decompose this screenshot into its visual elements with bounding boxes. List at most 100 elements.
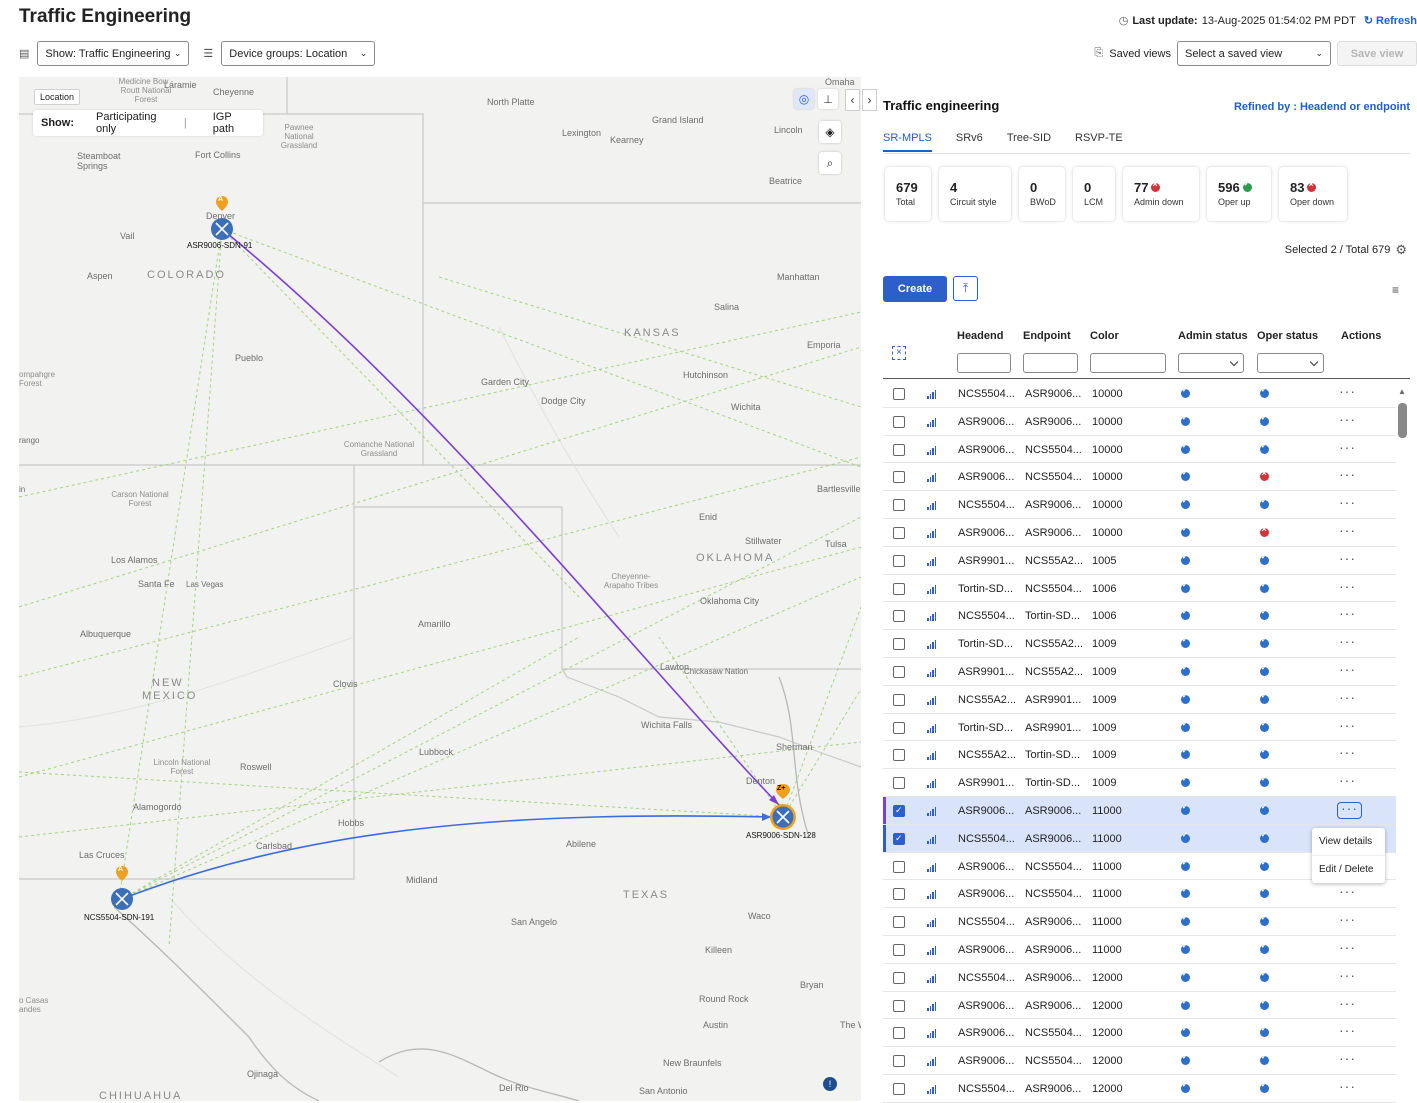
row-actions-button[interactable]: ··· [1339, 911, 1356, 927]
table-row[interactable]: ASR9901... NCS55A2... 1005 ··· [883, 547, 1396, 575]
row-actions-button[interactable]: ··· [1339, 494, 1356, 510]
column-headend[interactable]: Headend [957, 330, 1003, 342]
gear-icon[interactable]: ⚙ [1395, 242, 1407, 258]
row-actions-button[interactable]: ··· [1339, 550, 1356, 566]
row-actions-button[interactable]: ··· [1339, 633, 1356, 649]
table-row[interactable]: NCS5504... ASR9006... 10000 ··· [883, 491, 1396, 519]
table-row[interactable]: ASR9006... ASR9006... 10000 ··· [883, 408, 1396, 436]
row-checkbox[interactable] [893, 554, 905, 567]
stat-admin-down[interactable]: 77 Admin down [1123, 167, 1199, 221]
igp-path-toggle[interactable]: IGP path [213, 111, 255, 135]
row-checkbox[interactable] [893, 749, 905, 762]
location-tag[interactable]: Location [34, 89, 81, 105]
stat-oper-down[interactable]: 83 Oper down [1279, 167, 1347, 221]
map-compass-icon[interactable]: ! [823, 1077, 837, 1091]
row-checkbox[interactable] [893, 665, 905, 678]
clear-selection-icon[interactable]: × [892, 346, 906, 360]
saved-view-select[interactable]: Select a saved view ⌄ [1177, 41, 1331, 66]
row-actions-button[interactable]: ··· [1339, 1022, 1356, 1038]
table-row[interactable]: ASR9901... NCS55A2... 1009 ··· [883, 658, 1396, 686]
admin-status-filter[interactable] [1178, 353, 1244, 373]
row-checkbox[interactable] [893, 1082, 905, 1095]
row-actions-button[interactable]: ··· [1339, 995, 1356, 1011]
table-row[interactable]: NCS5504... Tortin-SD... 1006 ··· [883, 602, 1396, 631]
row-actions-button[interactable]: ··· [1339, 744, 1356, 760]
refined-by-link[interactable]: Refined by : Headend or endpoint [1234, 101, 1410, 113]
row-actions-button[interactable]: ··· [1339, 522, 1356, 538]
row-checkbox[interactable] [893, 804, 905, 817]
stat-circuit-style[interactable]: 4 Circuit style [939, 167, 1011, 221]
row-checkbox[interactable] [893, 415, 905, 428]
headend-filter-input[interactable] [957, 353, 1011, 373]
row-actions-button[interactable]: ··· [1339, 1050, 1356, 1066]
row-checkbox[interactable] [893, 888, 905, 901]
tab-srv6[interactable]: SRv6 [956, 132, 983, 152]
row-actions-button[interactable]: ··· [1339, 578, 1356, 594]
table-row[interactable]: Tortin-SD... NCS55A2... 1009 ··· [883, 630, 1396, 658]
row-checkbox[interactable] [893, 860, 905, 873]
scroll-thumb[interactable] [1398, 403, 1407, 438]
row-checkbox[interactable] [893, 693, 905, 706]
row-checkbox[interactable] [893, 526, 905, 539]
refresh-button[interactable]: ↻ Refresh [1364, 14, 1417, 28]
row-actions-button[interactable]: ··· [1339, 411, 1356, 427]
table-row[interactable]: ASR9901... Tortin-SD... 1009 ··· [883, 769, 1396, 797]
table-row[interactable]: ASR9006... ASR9006... 11000 ··· [883, 796, 1396, 825]
row-checkbox[interactable] [893, 832, 905, 845]
endpoint-filter-input[interactable] [1023, 353, 1078, 373]
table-row[interactable]: ASR9006... NCS5504... 10000 ··· [883, 436, 1396, 464]
row-checkbox[interactable] [893, 971, 905, 984]
node-label-denver[interactable]: ASR9006-SDN-91 [187, 241, 252, 250]
save-view-button[interactable]: Save view [1337, 41, 1417, 66]
row-checkbox[interactable] [893, 471, 905, 484]
stat-total[interactable]: 679 Total [885, 167, 931, 221]
participating-only-toggle[interactable]: Participating only [96, 111, 178, 135]
row-checkbox[interactable] [893, 610, 905, 623]
table-row[interactable]: Tortin-SD... NCS5504... 1006 ··· [883, 575, 1396, 603]
table-row[interactable]: NCS5504... ASR9006... 10000 ··· [883, 380, 1396, 408]
row-checkbox[interactable] [893, 1055, 905, 1068]
stat-oper-up[interactable]: 596 Oper up [1207, 167, 1271, 221]
filter-icon[interactable]: ≡ [1392, 283, 1399, 297]
layers-button[interactable]: ◈ [819, 121, 841, 143]
row-checkbox[interactable] [893, 1027, 905, 1040]
row-actions-button[interactable]: ··· [1339, 605, 1356, 621]
table-row[interactable]: NCS5504... ASR9006... 11000 ··· [883, 908, 1396, 936]
create-button[interactable]: Create [883, 276, 947, 302]
row-actions-button[interactable]: ··· [1337, 801, 1362, 819]
device-groups-select[interactable]: Device groups: Location ⌄ [221, 41, 376, 66]
oper-status-filter[interactable] [1257, 353, 1324, 373]
stat-bwod[interactable]: 0 BWoD [1019, 167, 1065, 221]
row-checkbox[interactable] [893, 943, 905, 956]
table-row[interactable]: NCS5504... ASR9006... 12000 ··· [883, 1075, 1396, 1103]
row-checkbox[interactable] [893, 999, 905, 1012]
row-checkbox[interactable] [893, 721, 905, 734]
table-row[interactable]: NCS5504... ASR9006... 12000 ··· [883, 964, 1396, 992]
row-actions-button[interactable]: ··· [1339, 1078, 1356, 1094]
row-actions-button[interactable]: ··· [1339, 717, 1356, 733]
collapse-right-button[interactable]: › [862, 89, 877, 111]
table-row[interactable]: ASR9006... NCS5504... 11000 ··· [883, 880, 1396, 909]
node-label-elpaso[interactable]: NCS5504-SDN-191 [84, 913, 154, 922]
column-endpoint[interactable]: Endpoint [1023, 330, 1071, 342]
scroll-up-icon[interactable]: ▲ [1398, 387, 1406, 396]
row-actions-button[interactable]: ··· [1339, 661, 1356, 677]
geo-map-button[interactable]: ◎ [794, 89, 814, 109]
row-actions-button[interactable]: ··· [1339, 939, 1356, 955]
row-checkbox[interactable] [893, 916, 905, 929]
logical-map-button[interactable]: ⊥ [818, 89, 838, 109]
table-row[interactable]: NCS55A2... Tortin-SD... 1009 ··· [883, 741, 1396, 770]
stat-lcm[interactable]: 0 LCM [1073, 167, 1115, 221]
table-row[interactable]: ASR9006... ASR9006... 10000 ··· [883, 519, 1396, 547]
view-details-menu-item[interactable]: View details [1312, 828, 1385, 855]
tab-rsvp-te[interactable]: RSVP-TE [1075, 132, 1123, 152]
row-actions-button[interactable]: ··· [1339, 466, 1356, 482]
table-row[interactable]: ASR9006... ASR9006... 11000 ··· [883, 936, 1396, 964]
row-actions-button[interactable]: ··· [1339, 439, 1356, 455]
row-actions-button[interactable]: ··· [1339, 689, 1356, 705]
table-row[interactable]: NCS55A2... ASR9901... 1009 ··· [883, 686, 1396, 714]
row-checkbox[interactable] [893, 443, 905, 456]
edit-delete-menu-item[interactable]: Edit / Delete [1312, 855, 1385, 883]
color-filter-input[interactable] [1090, 353, 1166, 373]
topology-map[interactable]: A A Z+ ASR9006-SDN-91 ASR9006-SDN-128 NC… [19, 77, 861, 1101]
